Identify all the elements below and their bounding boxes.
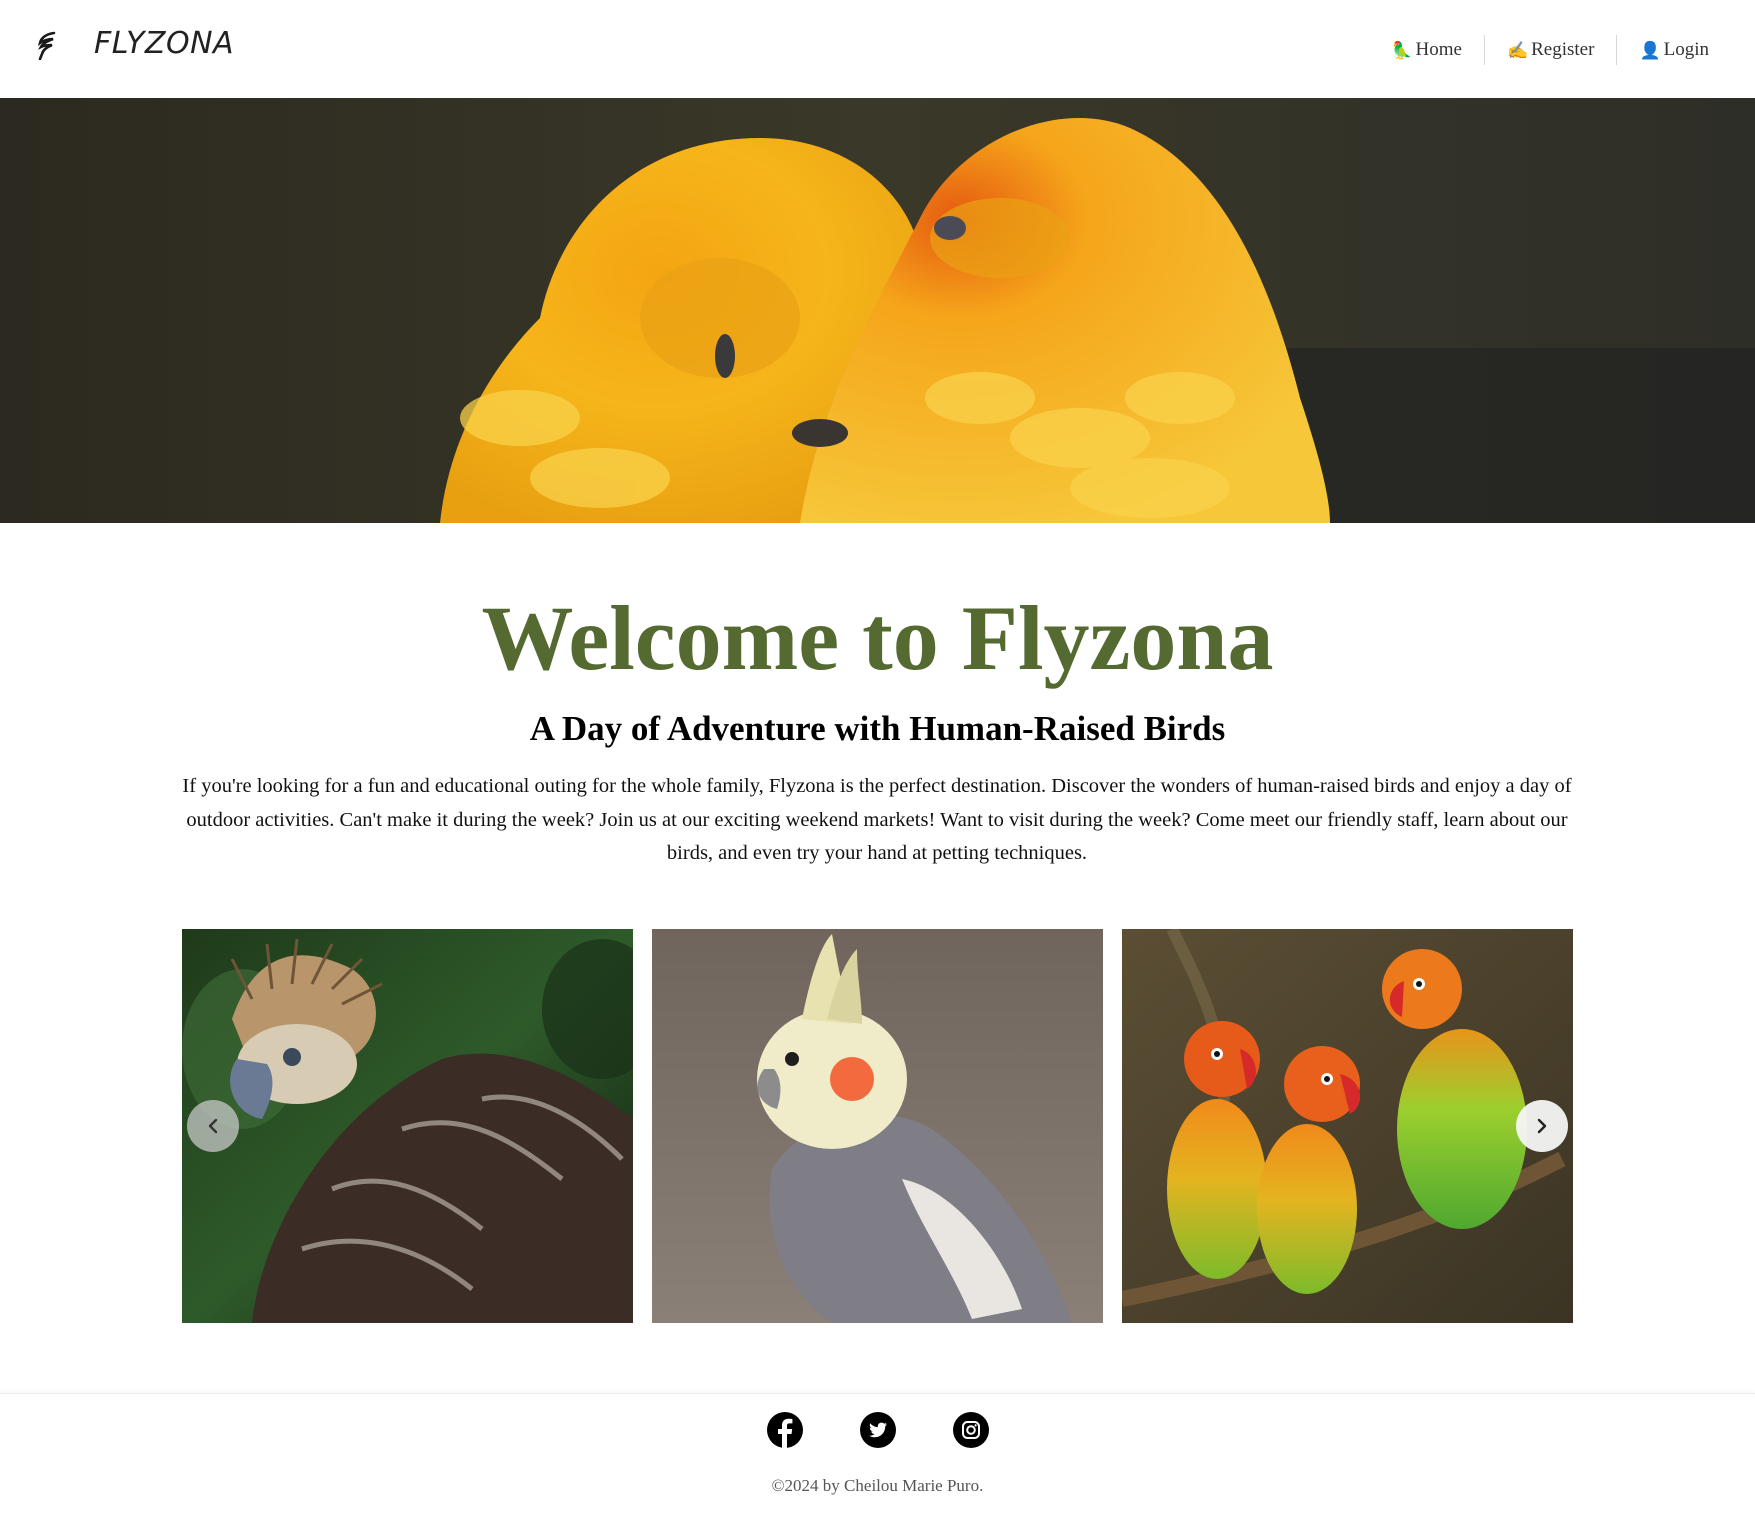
carousel-slide[interactable] <box>1122 929 1573 1323</box>
nav-home-label: Home <box>1415 39 1462 60</box>
nav-register-label: Register <box>1531 39 1595 60</box>
social-links <box>0 1412 1755 1448</box>
writing-hand-emoji-icon: ✍️ <box>1506 40 1529 60</box>
page-title: Welcome to Flyzona <box>481 587 1274 689</box>
carousel-slide[interactable] <box>652 929 1103 1323</box>
facebook-icon[interactable] <box>766 1412 803 1448</box>
chevron-left-icon <box>208 1118 218 1134</box>
cockatiel-image <box>652 929 1103 1323</box>
bird-carousel <box>182 929 1573 1323</box>
copyright-text: ©2024 by Cheilou Marie Puro. <box>771 1476 984 1495</box>
main-nav: 🦜 Home ✍️ Register 👤 Login <box>1369 34 1731 66</box>
carousel-prev-button[interactable] <box>187 1100 239 1152</box>
site-header: FLYZONA 🦜 Home ✍️ Register 👤 Login <box>0 0 1755 98</box>
brand-name[interactable]: FLYZONA <box>94 26 234 61</box>
nav-register[interactable]: ✍️ Register <box>1485 34 1617 66</box>
hero-banner <box>0 98 1755 523</box>
hero-parrots-image <box>0 98 1755 523</box>
eagle-image <box>182 929 633 1323</box>
twitter-icon[interactable] <box>859 1412 896 1448</box>
user-silhouette-emoji-icon: 👤 <box>1639 40 1661 60</box>
nav-home[interactable]: 🦜 Home <box>1369 34 1484 66</box>
lovebirds-image <box>1122 929 1573 1323</box>
site-footer: ©2024 by Cheilou Marie Puro. <box>0 1393 1755 1515</box>
logo[interactable] <box>36 30 58 60</box>
nav-login-label: Login <box>1663 39 1709 60</box>
chevron-right-icon <box>1537 1118 1547 1134</box>
carousel-next-button[interactable] <box>1516 1100 1568 1152</box>
intro-paragraph: If you're looking for a fun and educatio… <box>182 775 1572 864</box>
instagram-icon[interactable] <box>952 1412 989 1448</box>
nav-login[interactable]: 👤 Login <box>1617 34 1731 66</box>
bird-emoji-icon: 🦜 <box>1391 40 1413 60</box>
feather-icon <box>38 31 56 60</box>
page-subtitle: A Day of Adventure with Human-Raised Bir… <box>529 709 1226 748</box>
carousel-slide[interactable] <box>182 929 633 1323</box>
